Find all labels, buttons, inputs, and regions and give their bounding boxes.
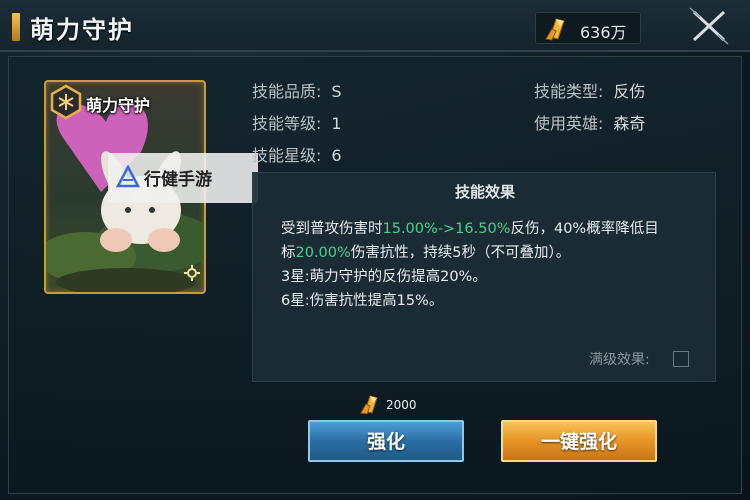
level-label: 技能等级: — [252, 114, 322, 133]
title-accent — [12, 13, 20, 41]
star-value: 6 — [331, 146, 342, 165]
gear-icon — [184, 265, 200, 285]
max-level-label: 满级效果: — [589, 352, 650, 368]
watermark-text: 行健手游 — [144, 170, 212, 190]
type-value: 反伤 — [613, 82, 646, 101]
quality-label: 技能品质: — [252, 82, 322, 101]
one-key-enhance-button[interactable]: 一键强化 — [501, 420, 657, 462]
effect-line-2-text-end: 伤害抗性，持续5秒（不可叠加）。 — [350, 245, 571, 261]
skill-quality: 技能品质: S — [252, 78, 342, 102]
star-label: 技能星级: — [252, 146, 322, 165]
card-name: 萌力守护 — [86, 96, 151, 115]
effect-line-4: 6星:伤害抗性提高15%。 — [281, 293, 444, 309]
effect-line-1: 受到普攻伤害时15.00%->16.50%反伤，40%概率降低目 — [281, 217, 701, 241]
effect-line-2-text: 标 — [281, 245, 296, 261]
type-label: 技能类型: — [534, 82, 604, 101]
skill-hero: 使用英雄: 森奇 — [534, 110, 645, 134]
effect-line-1-highlight: 15.00%->16.50% — [382, 221, 511, 237]
enhance-button[interactable]: 强化 — [308, 420, 464, 462]
watermark-logo-icon — [115, 164, 141, 193]
effect-line-2-highlight: 20.00% — [295, 245, 351, 261]
max-level-checkbox[interactable] — [673, 351, 689, 367]
skill-type: 技能类型: 反伤 — [534, 78, 645, 102]
hero-value: 森奇 — [613, 114, 646, 133]
skill-effect-box: 技能效果 受到普攻伤害时15.00%->16.50%反伤，40%概率降低目 标2… — [252, 172, 716, 382]
page-title: 萌力守护 — [30, 15, 134, 44]
effect-description: 受到普攻伤害时15.00%->16.50%反伤，40%概率降低目 标20.00%… — [281, 217, 701, 313]
skill-level: 技能等级: 1 — [252, 110, 342, 134]
watermark: 行健手游 — [108, 153, 258, 203]
quality-value: S — [331, 82, 342, 101]
effect-title: 技能效果 — [454, 183, 515, 201]
hero-label: 使用英雄: — [534, 114, 604, 133]
close-icon — [689, 7, 729, 45]
effect-line-2: 标20.00%伤害抗性，持续5秒（不可叠加）。 — [281, 241, 701, 265]
cost-crystal-icon — [360, 394, 382, 418]
level-value: 1 — [331, 114, 342, 133]
effect-line-3: 3星:萌力守护的反伤提高20%。 — [281, 269, 487, 285]
currency-display: 636万 — [535, 12, 641, 44]
skill-star: 技能星级: 6 — [252, 142, 342, 166]
hexagon-badge-icon — [48, 84, 84, 124]
close-button[interactable] — [686, 6, 732, 46]
cost-value: 2000 — [386, 398, 417, 412]
currency-value: 636万 — [580, 23, 627, 42]
header-bar: 萌力守护 636万 — [0, 0, 750, 52]
effect-line-1-text-end: 反伤，40%概率降低目 — [510, 221, 659, 237]
crystal-icon — [544, 17, 570, 45]
effect-line-1-text: 受到普攻伤害时 — [281, 221, 383, 237]
